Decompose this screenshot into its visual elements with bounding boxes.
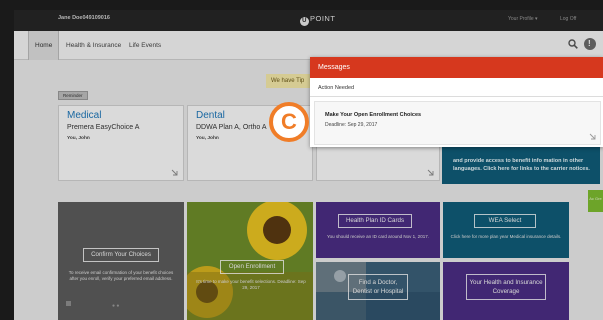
search-icon[interactable] [568,39,578,49]
upoint-logo[interactable]: U POINT [300,14,335,26]
tab-health-insurance[interactable]: Health & Insurance [66,31,121,60]
expand-arrow-icon [171,169,178,176]
message-title: Make Your Open Enrollment Choices [325,112,422,118]
card-plan: DDWA Plan A, Ortho A [196,124,267,131]
expand-arrow-icon [589,133,596,140]
open-enrollment-button[interactable]: Open Enrollment [220,260,284,274]
messages-panel: Messages Action Needed Make Your Open En… [310,57,603,147]
your-profile-menu[interactable]: Your Profile ▾ [508,16,538,22]
top-bar: Jane Doe049109016 U POINT Your Profile ▾ … [14,10,603,31]
confirm-choices-button[interactable]: Confirm Your Choices [83,248,159,262]
wea-select-tile[interactable]: WEA Select Click here for more plan year… [443,202,569,258]
badge-letter: C [281,109,297,134]
medical-card[interactable]: Medical Premera EasyChoice A You, John [58,105,184,181]
side-tab[interactable]: Ac Gre [588,190,603,212]
tab-home[interactable]: Home [28,31,60,60]
tile-description: To receive email confirmation of your be… [68,270,174,281]
open-enrollment-tile[interactable]: Open Enrollment It's time to make your b… [187,202,313,320]
id-cards-tile[interactable]: Health Plan ID Cards You should receive … [316,202,440,258]
card-title: Dental [196,110,225,121]
wea-select-button[interactable]: WEA Select [474,214,536,228]
reminder-tag: Reminder [58,91,88,100]
card-covered: You, John [196,136,219,141]
carousel-prev-icon[interactable] [66,301,71,306]
card-covered: You, John [67,136,90,141]
tile-description: Click here for more plan year Medical in… [450,234,562,239]
action-needed-label: Action Needed [318,85,355,91]
message-deadline: Deadline: Sep 29, 2017 [325,122,378,128]
logo-mark: U [300,17,309,26]
messages-header: Messages [310,57,603,78]
expand-arrow-icon [427,169,434,176]
c-badge-icon: C [269,102,309,142]
browser-viewport: Jane Doe049109016 U POINT Your Profile ▾ … [14,10,603,320]
id-cards-button[interactable]: Health Plan ID Cards [338,214,412,228]
carousel-dots-icon[interactable]: ● ● [112,303,119,309]
message-item[interactable]: Make Your Open Enrollment Choices Deadli… [314,101,601,145]
card-plan: Premera EasyChoice A [67,124,140,131]
find-doctor-tile[interactable]: Find a Doctor, Dentist or Hospital [316,262,440,320]
user-name: Jane Doe049109016 [58,15,110,21]
tile-description: It's time to make your benefit selection… [196,279,306,290]
find-doctor-button[interactable]: Find a Doctor, Dentist or Hospital [348,274,408,300]
divider [310,96,603,97]
coverage-button[interactable]: Your Health and Insurance Coverage [466,274,546,300]
notifications-icon[interactable] [584,38,596,50]
logo-text: POINT [310,14,336,23]
main-nav: Home Health & Insurance Life Events [14,31,603,60]
coverage-tile[interactable]: Your Health and Insurance Coverage [443,262,569,320]
tab-life-events[interactable]: Life Events [129,31,161,60]
card-title: Medical [67,110,102,121]
log-off-link[interactable]: Log Off [560,16,576,22]
confirm-choices-tile[interactable]: Confirm Your Choices To receive email co… [58,202,184,320]
tile-description: You should receive an ID card around Nov… [327,234,429,239]
